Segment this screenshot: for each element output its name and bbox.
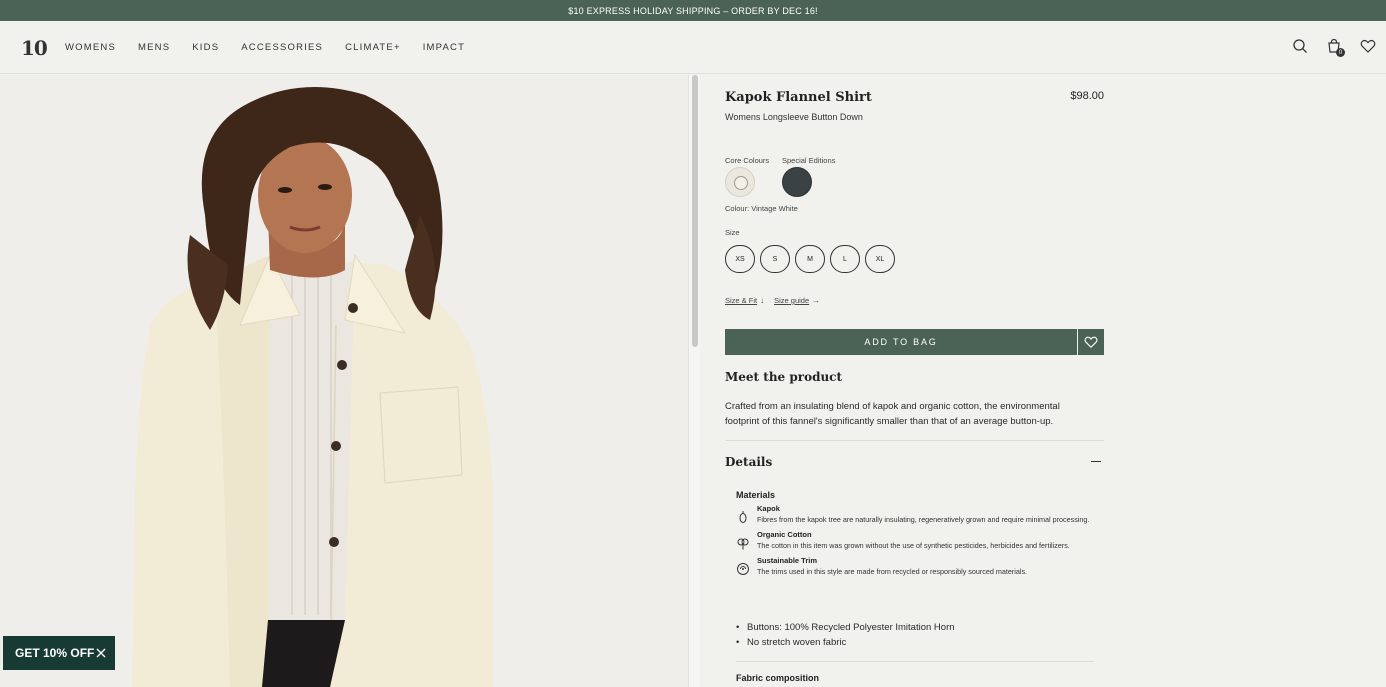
size-links: Size & Fit ↓ Size guide →: [725, 296, 820, 305]
material-item: Sustainable Trim The trims used in this …: [736, 556, 1094, 578]
add-to-bag-row: ADD TO BAG: [725, 329, 1104, 355]
size-fit-link-label: Size & Fit: [725, 296, 758, 305]
size-selector: XS S M L XL: [725, 245, 895, 273]
site-header: 10 WOMENS MENS KIDS ACCESSORIES CLIMATE+…: [0, 21, 1386, 74]
swatch-vintage-white[interactable]: [725, 167, 755, 197]
header-actions: 0: [1292, 38, 1376, 57]
nav-kids[interactable]: KIDS: [192, 42, 219, 53]
material-desc: Fibres from the kapok tree are naturally…: [757, 515, 1090, 524]
size-guide-link-label: Size guide: [774, 296, 810, 305]
materials-heading: Materials: [736, 490, 776, 500]
arrow-down-icon: ↓: [760, 296, 765, 305]
material-name: Organic Cotton: [757, 530, 812, 539]
size-xs-button[interactable]: XS: [725, 245, 755, 273]
nav-accessories[interactable]: ACCESSORIES: [241, 42, 323, 53]
kapok-pod-icon: [739, 511, 747, 523]
add-to-bag-button[interactable]: ADD TO BAG: [725, 329, 1077, 355]
detail-bullet: Buttons: 100% Recycled Polyester Imitati…: [736, 620, 955, 635]
details-bullets: Buttons: 100% Recycled Polyester Imitati…: [736, 620, 955, 650]
promo-text: $10 EXPRESS HOLIDAY SHIPPING – ORDER BY …: [568, 5, 818, 16]
recycle-icon: [737, 563, 749, 575]
add-to-wishlist-button[interactable]: [1078, 329, 1104, 355]
scrollbar[interactable]: [688, 75, 700, 687]
size-s-button[interactable]: S: [760, 245, 790, 273]
material-item: Organic Cotton The cotton in this item w…: [736, 530, 1094, 552]
size-fit-link[interactable]: Size & Fit ↓: [725, 296, 764, 305]
special-editions-label: Special Editions: [782, 156, 836, 165]
discount-popup-tab[interactable]: GET 10% OFF: [3, 636, 115, 670]
cotton-plant-icon: [737, 538, 749, 550]
brand-logo[interactable]: 10: [21, 36, 48, 60]
meet-product-text: Crafted from an insulating blend of kapo…: [725, 401, 1060, 427]
material-desc: The cotton in this item was grown withou…: [757, 541, 1070, 550]
section-divider: [736, 661, 1094, 662]
heart-icon: [1084, 336, 1098, 349]
section-divider: [725, 440, 1104, 441]
material-desc: The trims used in this style are made fr…: [757, 567, 1028, 576]
wishlist-heart-icon[interactable]: [1360, 38, 1376, 54]
fabric-composition-heading: Fabric composition: [736, 673, 820, 683]
scrollbar-thumb[interactable]: [692, 75, 698, 347]
swatch-dark-grey[interactable]: [782, 167, 812, 197]
size-guide-link[interactable]: Size guide →: [774, 296, 820, 305]
size-m-button[interactable]: M: [795, 245, 825, 273]
close-icon[interactable]: [95, 647, 107, 659]
product-image[interactable]: [0, 75, 688, 687]
meet-product-heading: Meet the product: [725, 370, 843, 384]
size-xl-button[interactable]: XL: [865, 245, 895, 273]
nav-climate[interactable]: CLIMATE+: [345, 42, 401, 53]
product-title: Kapok Flannel Shirt: [725, 90, 872, 105]
material-name: Sustainable Trim: [757, 556, 818, 565]
nav-womens[interactable]: WOMENS: [65, 42, 116, 53]
arrow-right-icon: →: [812, 296, 821, 305]
shopping-bag-icon[interactable]: 0: [1326, 38, 1345, 57]
search-icon[interactable]: [1292, 38, 1308, 54]
size-l-button[interactable]: L: [830, 245, 860, 273]
main-nav: WOMENS MENS KIDS ACCESSORIES CLIMATE+ IM…: [65, 42, 465, 53]
materials-section: Materials Kapok Fibres from the kapok tr…: [736, 490, 1094, 578]
discount-label: GET 10% OFF: [15, 646, 95, 660]
promo-banner: $10 EXPRESS HOLIDAY SHIPPING – ORDER BY …: [0, 0, 1386, 21]
detail-bullet: No stretch woven fabric: [736, 635, 955, 650]
material-item: Kapok Fibres from the kapok tree are nat…: [736, 504, 1094, 526]
core-colours-label: Core Colours: [725, 156, 770, 165]
collapse-minus-icon[interactable]: [1091, 461, 1101, 462]
nav-mens[interactable]: MENS: [138, 42, 170, 53]
selected-colour-text: Colour: Vintage White: [725, 204, 798, 213]
cart-count-badge: 0: [1336, 48, 1345, 57]
product-subtitle: Womens Longsleeve Button Down: [725, 112, 863, 122]
material-name: Kapok: [757, 504, 780, 513]
nav-impact[interactable]: IMPACT: [423, 42, 465, 53]
details-heading[interactable]: Details: [725, 455, 772, 469]
product-price: $98.00: [1070, 90, 1104, 102]
size-label: Size: [725, 228, 740, 237]
